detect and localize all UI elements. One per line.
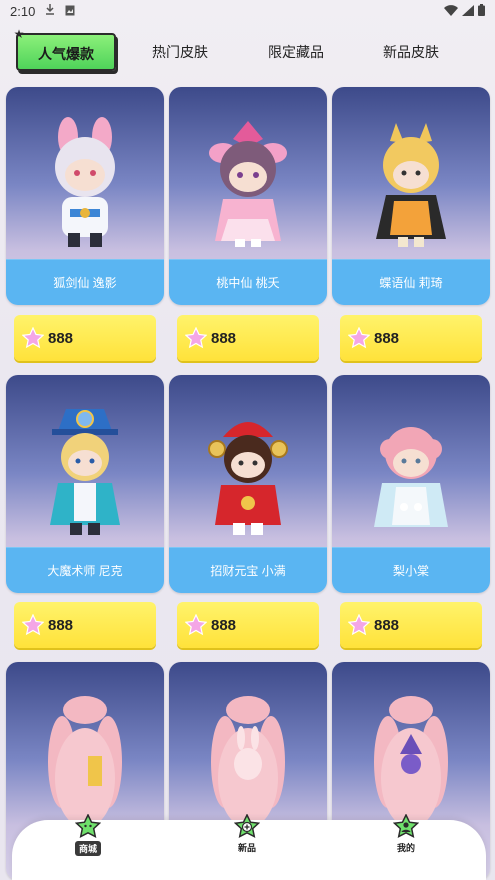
star-gem-icon	[185, 614, 207, 636]
price-tag[interactable]: 888	[340, 602, 482, 648]
product-name: 招财元宝 小满	[169, 547, 327, 593]
price-tag[interactable]: 888	[14, 315, 156, 361]
nav-label: 商城	[74, 841, 101, 856]
nav-mine[interactable]: 我的	[376, 814, 436, 880]
price-value: 888	[211, 616, 237, 634]
price-value: 888	[374, 329, 400, 347]
character-figure	[6, 87, 164, 259]
product-grid: 狐剑仙 逸影 桃中仙 桃夭 蝶语仙 莉琦 888 888 888 大魔术师 尼克…	[0, 0, 495, 880]
price-value: 888	[374, 616, 400, 634]
star-person-icon	[393, 814, 419, 838]
character-figure	[6, 375, 164, 547]
price-value: 888	[211, 329, 237, 347]
product-name: 蝶语仙 莉琦	[332, 259, 490, 305]
product-card[interactable]: 招财元宝 小满	[169, 375, 327, 593]
star-gem-icon	[348, 327, 370, 349]
character-figure	[332, 375, 490, 547]
price-tag[interactable]: 888	[14, 602, 156, 648]
nav-new[interactable]: 新品	[217, 814, 277, 880]
price-value: 888	[48, 616, 74, 634]
price-tag[interactable]: 888	[177, 315, 319, 361]
character-figure	[332, 87, 490, 259]
product-card[interactable]: 桃中仙 桃夭	[169, 87, 327, 305]
star-gem-icon	[185, 327, 207, 349]
product-card[interactable]: 梨小棠	[332, 375, 490, 593]
character-figure	[169, 375, 327, 547]
product-name: 桃中仙 桃夭	[169, 259, 327, 305]
star-gem-icon	[348, 614, 370, 636]
price-tag[interactable]: 888	[177, 602, 319, 648]
star-gem-icon	[22, 327, 44, 349]
nav-shop[interactable]: 商城	[58, 814, 118, 880]
price-tag[interactable]: 888	[340, 315, 482, 361]
product-card[interactable]: 大魔术师 尼克	[6, 375, 164, 593]
nav-label: 新品	[237, 843, 256, 853]
product-card[interactable]: 蝶语仙 莉琦	[332, 87, 490, 305]
product-name: 狐剑仙 逸影	[6, 259, 164, 305]
character-figure	[332, 662, 490, 832]
product-name: 梨小棠	[332, 547, 490, 593]
star-shop-icon	[75, 814, 101, 838]
bottom-navigation: 商城 新品 我的	[12, 814, 486, 880]
product-card[interactable]: 狐剑仙 逸影	[6, 87, 164, 305]
price-value: 888	[48, 329, 74, 347]
character-figure	[6, 662, 164, 832]
nav-label: 我的	[396, 843, 415, 853]
product-name: 大魔术师 尼克	[6, 547, 164, 593]
star-plus-icon	[234, 814, 260, 838]
character-figure	[169, 87, 327, 259]
star-gem-icon	[22, 614, 44, 636]
character-figure	[169, 662, 327, 832]
